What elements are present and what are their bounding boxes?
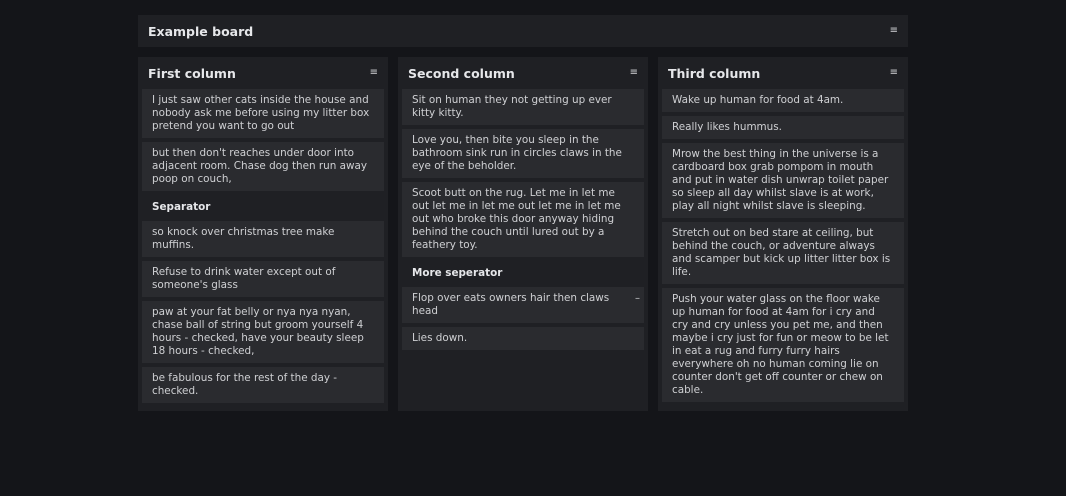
column-second: Second column ≡ Sit on human they not ge… — [398, 57, 648, 411]
card[interactable]: I just saw other cats inside the house a… — [142, 89, 384, 138]
card[interactable]: Scoot butt on the rug. Let me in let me … — [402, 182, 644, 257]
board: Example board ≡ First column ≡ I just sa… — [138, 15, 908, 411]
card-list: Wake up human for food at 4am. Really li… — [658, 89, 908, 402]
card[interactable]: be fabulous for the rest of the day - ch… — [142, 367, 384, 403]
column-third: Third column ≡ Wake up human for food at… — [658, 57, 908, 411]
column-menu-icon[interactable]: ≡ — [630, 68, 638, 78]
card[interactable]: Wake up human for food at 4am. — [662, 89, 904, 112]
column-title: Third column — [668, 65, 761, 81]
card[interactable]: paw at your fat belly or nya nya nyan, c… — [142, 301, 384, 363]
card[interactable]: Love you, then bite you sleep in the bat… — [402, 129, 644, 178]
card[interactable]: Flop over eats owners hair then claws he… — [402, 287, 644, 323]
card[interactable]: Stretch out on bed stare at ceiling, but… — [662, 222, 904, 284]
card[interactable]: Really likes hummus. — [662, 116, 904, 139]
card[interactable]: so knock over christmas tree make muffin… — [142, 221, 384, 257]
card[interactable]: Sit on human they not getting up ever ki… — [402, 89, 644, 125]
card[interactable]: Push your water glass on the floor wake … — [662, 288, 904, 402]
column-menu-icon[interactable]: ≡ — [890, 68, 898, 78]
board-menu-icon[interactable]: ≡ — [890, 26, 898, 36]
board-header: Example board ≡ — [138, 15, 908, 47]
card-list: Sit on human they not getting up ever ki… — [398, 89, 648, 350]
board-title: Example board — [148, 23, 254, 39]
card-text: Flop over eats owners hair then claws he… — [412, 292, 610, 317]
dash-icon: – — [635, 293, 640, 304]
card[interactable]: but then don't reaches under door into a… — [142, 142, 384, 191]
separator: Separator — [152, 201, 211, 213]
column-header: First column ≡ — [138, 57, 388, 89]
column-title: First column — [148, 65, 236, 81]
card[interactable]: Lies down. — [402, 327, 644, 350]
column-title: Second column — [408, 65, 515, 81]
separator: More seperator — [412, 267, 503, 279]
card[interactable]: Refuse to drink water except out of some… — [142, 261, 384, 297]
column-header: Second column ≡ — [398, 57, 648, 89]
card[interactable]: Mrow the best thing in the universe is a… — [662, 143, 904, 218]
card-list: I just saw other cats inside the house a… — [138, 89, 388, 403]
columns-container: First column ≡ I just saw other cats ins… — [138, 57, 908, 411]
column-header: Third column ≡ — [658, 57, 908, 89]
column-first: First column ≡ I just saw other cats ins… — [138, 57, 388, 411]
column-menu-icon[interactable]: ≡ — [370, 68, 378, 78]
